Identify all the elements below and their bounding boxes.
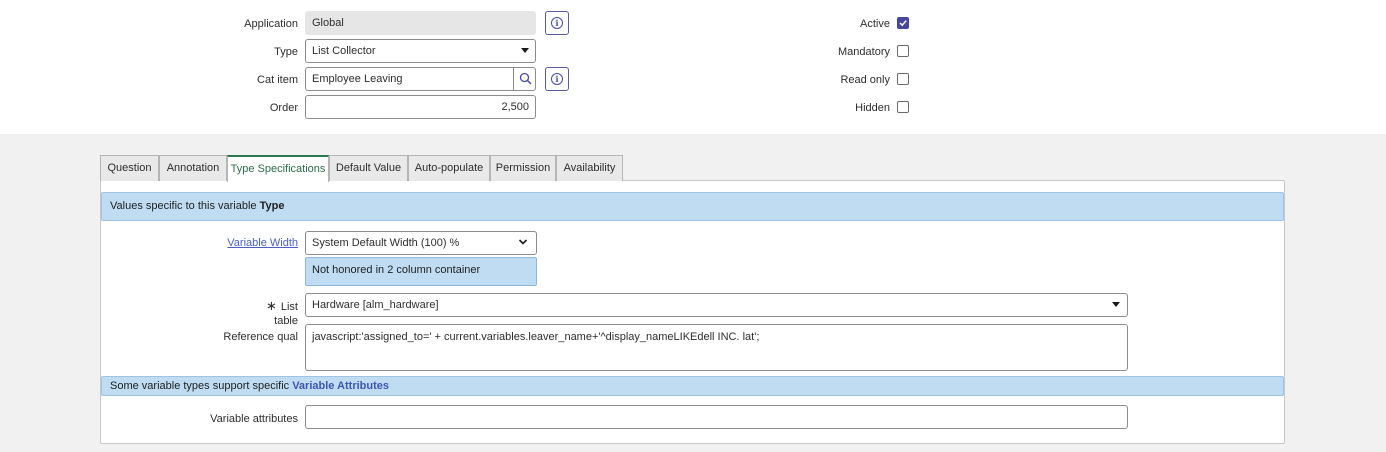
search-icon bbox=[519, 72, 532, 85]
attributes-info-banner: Some variable types support specific Var… bbox=[101, 376, 1284, 396]
order-label: Order bbox=[269, 102, 298, 114]
active-checkbox[interactable] bbox=[897, 17, 909, 29]
type-banner-bold: Type bbox=[259, 200, 285, 212]
tab-permission[interactable]: Permission bbox=[490, 155, 556, 181]
type-banner-text: Values specific to this variable bbox=[110, 200, 260, 212]
order-field[interactable]: 2,500 bbox=[305, 95, 536, 119]
tab-auto-populate[interactable]: Auto-populate bbox=[408, 155, 490, 181]
cat-item-value: Employee Leaving bbox=[312, 73, 403, 85]
application-field: Global bbox=[305, 11, 536, 35]
list-table-value: Hardware [alm_hardware] bbox=[312, 299, 439, 311]
cat-item-field[interactable]: Employee Leaving bbox=[305, 67, 536, 91]
info-icon: i bbox=[551, 17, 563, 29]
type-select[interactable]: List Collector bbox=[305, 39, 536, 63]
hidden-checkbox[interactable] bbox=[897, 101, 909, 113]
cat-item-info-button[interactable]: i bbox=[545, 67, 569, 91]
reference-qual-textarea[interactable]: javascript:'assigned_to=' + current.vari… bbox=[305, 324, 1128, 371]
read-only-label: Read only bbox=[840, 74, 890, 86]
tab-question[interactable]: Question bbox=[100, 155, 159, 181]
variable-width-link[interactable]: Variable Width bbox=[200, 236, 298, 250]
reference-qual-label: Reference qual bbox=[223, 331, 298, 343]
application-label: Application bbox=[244, 18, 298, 30]
read-only-checkbox[interactable] bbox=[897, 73, 909, 85]
list-table-label-text: List table bbox=[274, 301, 298, 327]
active-label: Active bbox=[860, 18, 890, 30]
chevron-down-icon bbox=[518, 239, 528, 245]
tab-type-specifications[interactable]: Type Specifications bbox=[227, 155, 329, 182]
variable-attributes-field[interactable] bbox=[305, 405, 1128, 429]
chevron-down-icon bbox=[521, 48, 529, 53]
variable-attributes-link[interactable]: Variable Attributes bbox=[292, 380, 389, 392]
mandatory-checkbox[interactable] bbox=[897, 45, 909, 57]
checkmark-icon bbox=[899, 20, 907, 27]
type-select-value: List Collector bbox=[312, 45, 376, 57]
variable-width-select[interactable]: System Default Width (100) % bbox=[305, 231, 537, 255]
list-table-select[interactable]: Hardware [alm_hardware] bbox=[305, 293, 1128, 317]
required-icon: ∗ bbox=[265, 298, 277, 313]
list-table-label: ∗ List table bbox=[240, 299, 298, 328]
info-icon: i bbox=[551, 73, 563, 85]
hidden-label: Hidden bbox=[855, 102, 890, 114]
tab-default-value[interactable]: Default Value bbox=[329, 155, 408, 181]
attributes-banner-text: Some variable types support specific bbox=[110, 380, 293, 392]
mandatory-label: Mandatory bbox=[838, 46, 890, 58]
application-info-button[interactable]: i bbox=[545, 11, 569, 35]
chevron-down-icon bbox=[1112, 302, 1120, 307]
width-note: Not honored in 2 column container bbox=[305, 257, 537, 286]
tab-annotation[interactable]: Annotation bbox=[159, 155, 227, 181]
tab-availability[interactable]: Availability bbox=[556, 155, 623, 181]
cat-item-lookup-button[interactable] bbox=[513, 67, 536, 91]
type-info-banner: Values specific to this variable Type bbox=[101, 192, 1284, 221]
type-label: Type bbox=[274, 46, 298, 58]
cat-item-label: Cat item bbox=[257, 74, 298, 86]
variable-width-value: System Default Width (100) % bbox=[312, 237, 460, 249]
variable-attributes-label: Variable attributes bbox=[210, 413, 298, 425]
